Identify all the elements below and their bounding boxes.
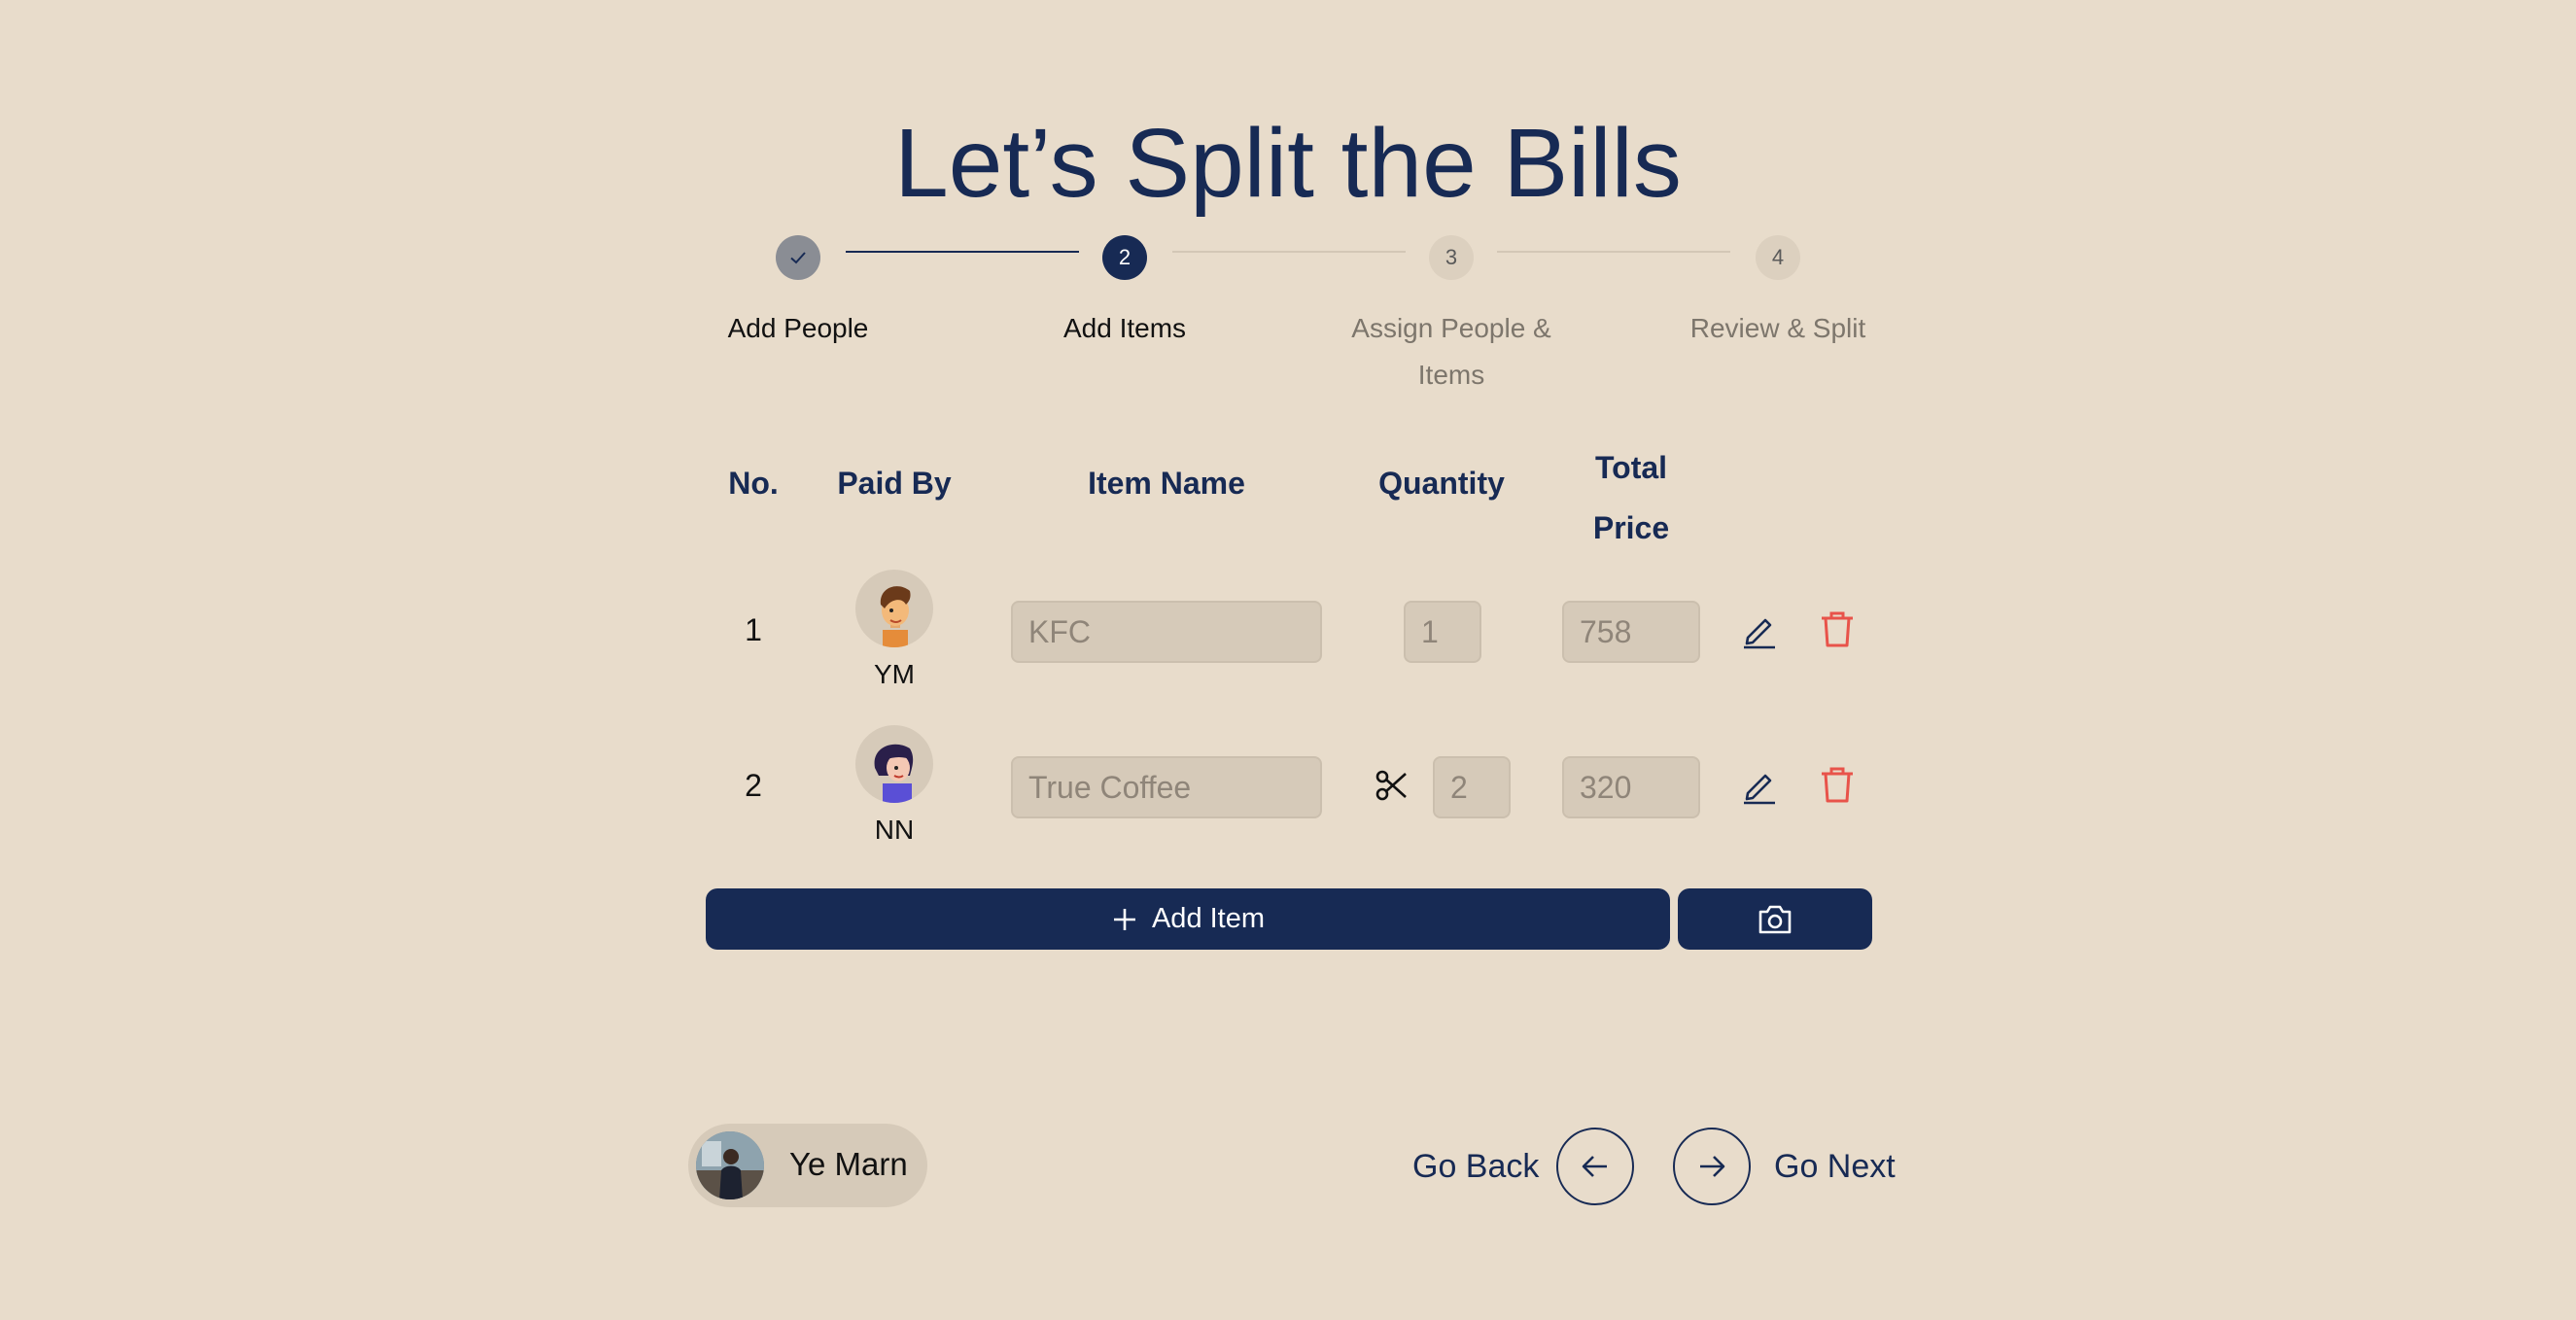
row-number: 2 (745, 768, 762, 803)
page-title: Let’s Split the Bills (894, 109, 1682, 218)
check-icon (790, 252, 806, 264)
scan-receipt-button[interactable] (1678, 888, 1872, 950)
go-back-label[interactable]: Go Back (1412, 1142, 1539, 1191)
add-item-button[interactable]: Add Item (706, 888, 1670, 950)
delete-button[interactable] (1816, 764, 1859, 812)
pencil-icon (1744, 774, 1775, 805)
arrow-right-icon (1700, 1156, 1725, 1177)
row-number: 1 (745, 612, 762, 647)
go-back-button[interactable] (1556, 1128, 1634, 1205)
user-avatar (696, 1131, 764, 1199)
edit-button[interactable] (1738, 764, 1781, 812)
trash-icon (1822, 611, 1853, 647)
trash-icon (1822, 767, 1853, 803)
scissors-icon (1375, 770, 1407, 801)
step-2-label: Add Items (1062, 313, 1187, 343)
add-item-label: Add Item (1151, 903, 1266, 934)
delete-button[interactable] (1816, 608, 1859, 656)
total-price-field[interactable]: 758 (1562, 601, 1700, 663)
go-next-label[interactable]: Go Next (1774, 1142, 1896, 1191)
quantity-field[interactable]: 1 (1404, 601, 1481, 663)
header-item-name: Item Name (1088, 466, 1245, 501)
header-quantity: Quantity (1378, 466, 1505, 501)
payer-initials: NN (874, 815, 915, 845)
step-connector-3 (1497, 251, 1730, 253)
edit-button[interactable] (1738, 608, 1781, 656)
user-name: Ye Marn (789, 1146, 908, 1182)
split-button[interactable] (1375, 768, 1410, 808)
step-3-label: Assign People & Items (1351, 313, 1551, 390)
header-paid-by: Paid By (837, 466, 952, 501)
item-name-field[interactable]: True Coffee (1011, 756, 1322, 818)
header-no: No. (728, 466, 779, 501)
avatar (855, 570, 933, 647)
camera-icon (1758, 905, 1792, 933)
go-next-button[interactable] (1673, 1128, 1751, 1205)
header-total-price: Total Price (1592, 450, 1670, 545)
plus-icon (1113, 908, 1135, 930)
total-price-field[interactable]: 320 (1562, 756, 1700, 818)
pencil-icon (1744, 618, 1775, 649)
step-4-label: Review & Split (1689, 313, 1866, 343)
arrow-left-icon (1582, 1156, 1607, 1177)
quantity-field[interactable]: 2 (1433, 756, 1511, 818)
avatar (855, 725, 933, 803)
step-1-circle[interactable] (776, 235, 820, 280)
item-name-field[interactable]: KFC (1011, 601, 1322, 663)
payer-initials: YM (874, 659, 915, 689)
step-1-label: Add People (727, 313, 869, 343)
step-connector-2 (1172, 251, 1406, 253)
step-4-circle[interactable]: 4 (1756, 235, 1800, 280)
step-2-circle[interactable]: 2 (1102, 235, 1147, 280)
step-connector-1 (846, 251, 1079, 253)
step-3-circle[interactable]: 3 (1429, 235, 1474, 280)
user-chip[interactable]: Ye Marn (688, 1124, 927, 1207)
